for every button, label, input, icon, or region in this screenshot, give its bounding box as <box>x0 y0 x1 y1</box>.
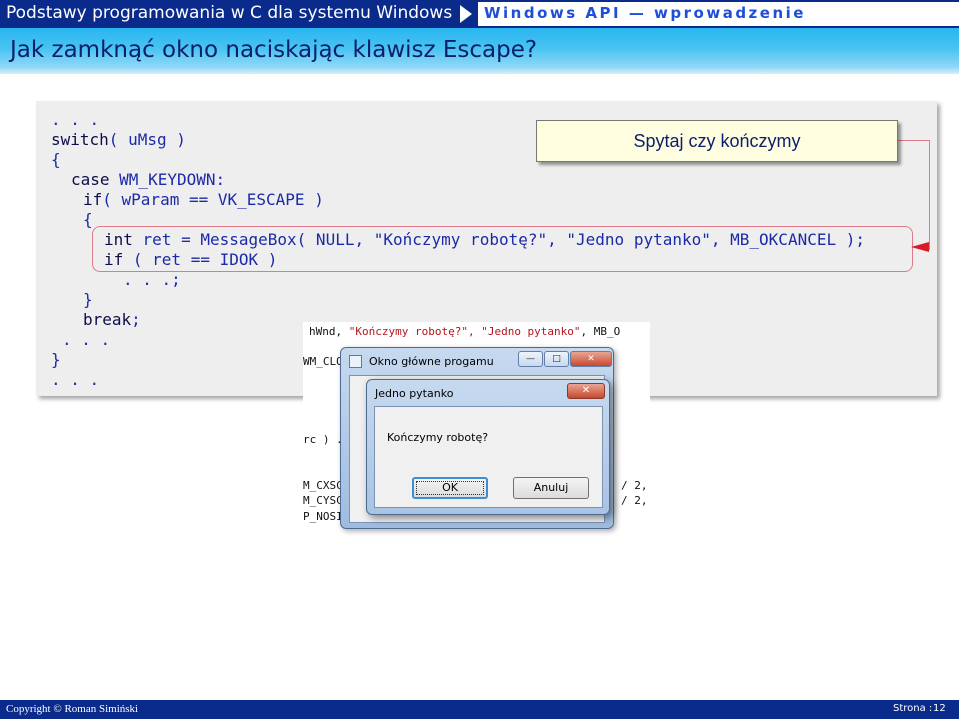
dialog-message: Kończymy robotę? <box>387 431 489 444</box>
code-line: { <box>83 210 93 229</box>
code-line: . . .; <box>123 270 181 289</box>
bg-code-line: P_NOSI <box>303 510 343 523</box>
dialog-close-button[interactable]: ✕ <box>567 383 605 399</box>
code-line: . . . <box>51 370 100 389</box>
dialog-client-area: Kończymy robotę? OK Anuluj <box>374 406 603 508</box>
code-line: { <box>51 150 61 169</box>
callout-connector <box>898 140 930 250</box>
bg-code-line: WM_CLO <box>303 355 343 368</box>
slide-title-bar: Jak zamknąć okno naciskając klawisz Esca… <box>0 28 959 74</box>
code-line: case WM_KEYDOWN: <box>71 170 226 189</box>
maximize-button[interactable]: □ <box>544 351 569 367</box>
slide-title: Jak zamknąć okno naciskając klawisz Esca… <box>10 37 538 63</box>
ok-button[interactable]: OK <box>412 477 488 499</box>
code-keyword: switch <box>51 130 109 149</box>
chevron-right-icon <box>460 5 472 23</box>
code-line: . . . <box>51 110 100 129</box>
bg-code-line: M_CYSC <box>303 494 343 507</box>
page-label: Strona : <box>893 703 933 714</box>
bg-code-line: rc ) . <box>303 433 343 446</box>
close-button[interactable]: ✕ <box>570 351 612 367</box>
code-line: if( wParam == VK_ESCAPE ) <box>83 190 324 209</box>
app-window-icon <box>349 355 362 368</box>
code-keyword: case <box>71 170 110 189</box>
course-title: Podstawy programowania w C dla systemu W… <box>6 3 453 23</box>
minimize-button[interactable]: — <box>518 351 543 367</box>
module-title: Windows API — wprowadzenie <box>484 4 806 22</box>
module-label-box: Windows API — wprowadzenie <box>478 2 959 26</box>
code-line: break; <box>83 310 141 329</box>
arrow-left-icon <box>911 242 929 252</box>
callout-label: Spytaj czy kończymy <box>536 120 898 162</box>
course-header-bar: Podstawy programowania w C dla systemu W… <box>0 0 959 28</box>
code-keyword: break <box>83 310 132 329</box>
message-box-dialog: Jedno pytanko ✕ Kończymy robotę? OK Anul… <box>366 379 610 515</box>
bg-code-line: M_CXSC <box>303 479 343 492</box>
code-keyword: if <box>83 190 103 209</box>
code-line: switch( uMsg ) <box>51 130 186 149</box>
program-screenshot: hWnd, "Kończymy robotę?", "Jedno pytanko… <box>303 322 650 560</box>
copyright-text: Copyright © Roman Simiński <box>6 703 139 715</box>
bg-code-line: / 2, <box>621 494 648 507</box>
footer-bar: Copyright © Roman Simiński Strona : 12 <box>0 700 959 719</box>
code-line: . . . <box>62 330 111 349</box>
main-window-title: Okno główne progamu <box>369 355 494 368</box>
cancel-button[interactable]: Anuluj <box>513 477 589 499</box>
code-line: } <box>83 290 93 309</box>
callout-text: Spytaj czy kończymy <box>633 131 801 151</box>
bg-code-line: / 2, <box>621 479 648 492</box>
dialog-title: Jedno pytanko <box>375 387 454 400</box>
code-line: } <box>51 350 61 369</box>
code-highlight-ring <box>92 226 913 272</box>
bg-code-line: hWnd, "Kończymy robotę?", "Jedno pytanko… <box>309 325 621 338</box>
page-number: 12 <box>933 703 946 714</box>
